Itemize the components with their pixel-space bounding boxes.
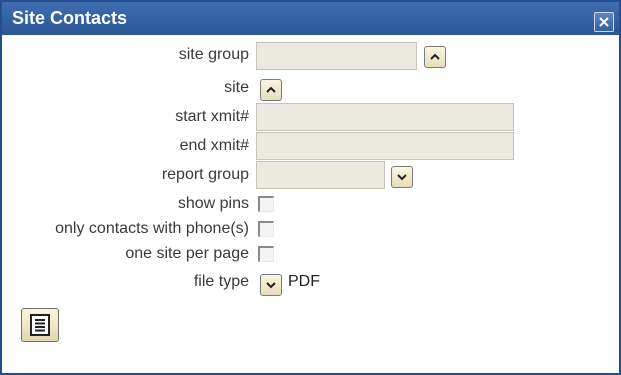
start-xmit-label: start xmit# [175, 108, 249, 125]
only-contacts-with-phones-checkbox[interactable] [258, 221, 274, 237]
site-contacts-dialog: Site Contacts site group site start xmit… [0, 0, 621, 375]
chevron-down-icon [266, 282, 276, 289]
file-type-dropdown-button[interactable] [260, 274, 282, 296]
chevron-up-icon [266, 86, 276, 93]
site-lookup-button[interactable] [260, 79, 282, 101]
document-list-icon [30, 314, 50, 336]
one-site-per-page-label: one site per page [125, 245, 249, 262]
report-group-label: report group [161, 166, 249, 183]
site-group-label: site group [178, 46, 249, 63]
report-group-field[interactable] [256, 161, 385, 189]
site-group-lookup-button[interactable] [424, 46, 446, 68]
end-xmit-label: end xmit# [179, 137, 249, 154]
report-group-dropdown-button[interactable] [391, 166, 413, 188]
file-type-value: PDF [288, 273, 320, 290]
chevron-down-icon [397, 174, 407, 181]
site-label: site [224, 79, 249, 96]
chevron-up-icon [430, 53, 440, 60]
dialog-title: Site Contacts [12, 8, 128, 28]
one-site-per-page-checkbox[interactable] [258, 246, 274, 262]
site-group-field[interactable] [256, 42, 417, 70]
close-button[interactable] [594, 12, 614, 32]
only-contacts-with-phones-label: only contacts with phone(s) [55, 220, 249, 237]
end-xmit-field[interactable] [256, 132, 514, 160]
dialog-titlebar: Site Contacts [2, 2, 619, 35]
start-xmit-field[interactable] [256, 103, 514, 131]
file-type-label: file type [193, 273, 249, 290]
show-pins-label: show pins [177, 195, 249, 212]
show-pins-checkbox[interactable] [258, 196, 274, 212]
close-icon [599, 17, 609, 27]
generate-report-button[interactable] [21, 308, 59, 342]
